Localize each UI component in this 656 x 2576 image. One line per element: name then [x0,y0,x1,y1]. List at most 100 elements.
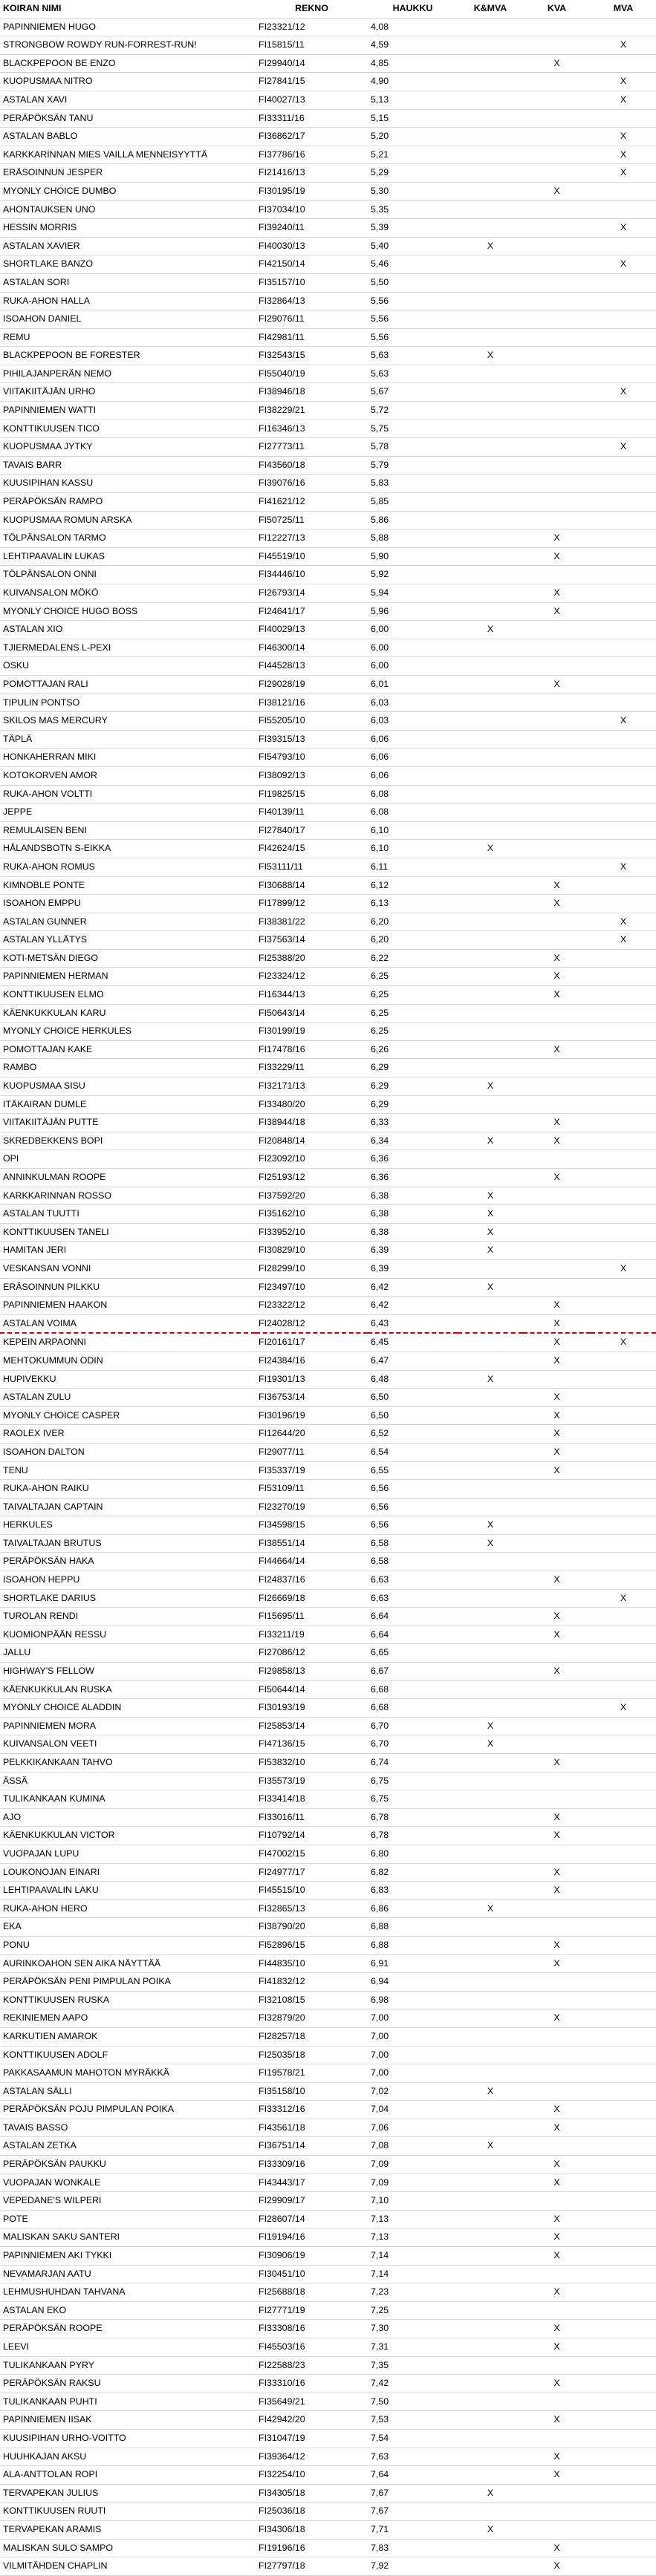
kva-cell: X [523,2228,591,2248]
barks-value-cell: 7,13 [368,2210,458,2229]
kmva-cell [458,91,523,110]
barks-value-cell: 4,08 [368,18,458,37]
kva-cell [523,1845,591,1864]
table-row: KONTTIKUUSEN RUSKA FI32108/15 6,98 [0,1991,656,2010]
mva-cell [591,1571,656,1590]
kva-cell: X [523,2283,591,2302]
barks-value-cell: 6,00 [368,656,458,676]
kva-cell [523,1259,591,1279]
kmva-cell: X [458,2520,523,2540]
dog-name-cell: PAPINNIEMEN HAAKON [0,1296,256,1315]
table-row: TJIERMEDALENS L-PEXI FI46300/14 6,00 [0,639,656,658]
kmva-cell [458,310,523,329]
kva-cell: X [523,2246,591,2266]
table-row: KÄENKUKKULAN KARU FI50643/14 6,25 [0,1004,656,1023]
reg-no-cell: FI27797/18 [256,2557,368,2576]
reg-no-cell: FI29077/11 [256,1443,368,1462]
barks-value-cell: 7,30 [368,2319,458,2338]
barks-value-cell: 5,15 [368,109,458,128]
kva-cell [523,1278,591,1297]
reg-no-cell: FI37563/14 [256,930,368,950]
dog-name-cell: MALISKAN SULO SAMPO [0,2539,256,2558]
mva-cell [591,292,656,311]
mva-cell: X [591,218,656,238]
table-row: KUOPUSMAA SISU FI32171/13 6,29 X [0,1077,656,1096]
mva-cell [591,2174,656,2193]
kva-cell [523,711,591,731]
mva-cell [591,1534,656,1553]
kva-cell [523,565,591,584]
kmva-cell [458,2246,523,2266]
kmva-cell [458,694,523,713]
table-row: ANNINKULMAN ROOPE FI25193/12 6,36 X [0,1168,656,1187]
mva-cell [591,2100,656,2119]
barks-value-cell: 5,20 [368,127,458,146]
kva-cell: X [523,54,591,74]
dog-name-cell: OPI [0,1150,256,1169]
dog-name-cell: TENU [0,1461,256,1481]
reg-no-cell: FI30196/19 [256,1406,368,1426]
barks-value-cell: 6,00 [368,620,458,639]
barks-value-cell: 7,42 [368,2374,458,2393]
reg-no-cell: FI28607/14 [256,2210,368,2229]
mva-cell [591,1095,656,1115]
table-row: HERKULES FI34598/15 6,56 X [0,1516,656,1535]
mva-cell [591,18,656,37]
table-row: MYONLY CHOICE CASPER FI30196/19 6,50 X [0,1406,656,1426]
kva-cell [523,2356,591,2376]
kva-cell: X [523,967,591,987]
kmva-cell [458,547,523,567]
mva-cell [591,1680,656,1700]
table-row: KUIVANSALON VEETI FI47136/15 6,70 X [0,1735,656,1754]
dog-name-cell: ASTALAN XAVIER [0,237,256,256]
kmva-cell [458,1150,523,1169]
barks-value-cell: 6,00 [368,639,458,658]
reg-no-cell: FI23324/12 [256,967,368,987]
dog-name-cell: HONKAHERRAN MIKI [0,748,256,767]
dog-name-cell: PERÄPÖKSÄN TANU [0,109,256,128]
table-row: TULIKANKAAN PUHTI FI35649/21 7,50 [0,2393,656,2412]
kmva-cell [458,2465,523,2485]
dog-name-cell: PERÄPÖKSÄN ROOPE [0,2319,256,2338]
kmva-cell [458,766,523,786]
kmva-cell: X [458,346,523,365]
mva-cell [591,1406,656,1426]
barks-value-cell: 7,00 [368,2027,458,2047]
mva-cell [591,2374,656,2393]
table-row: REMULAISEN BENI FI27840/17 6,10 [0,821,656,841]
kva-cell [523,1917,591,1937]
barks-value-cell: 6,20 [368,913,458,932]
barks-value-cell: 6,63 [368,1571,458,1590]
kva-cell [523,382,591,402]
kva-cell: X [523,1406,591,1426]
reg-no-cell: FI42624/15 [256,839,368,858]
table-row: AJO FI33016/11 6,78 X [0,1808,656,1827]
dog-name-cell: HERKULES [0,1516,256,1535]
kmva-cell [458,748,523,767]
dog-name-cell: PIHILAJANPERÄN NEMO [0,365,256,384]
mva-cell [591,237,656,256]
reg-no-cell: FI39315/13 [256,730,368,749]
kmva-cell: X [458,2484,523,2503]
kmva-cell [458,1259,523,1279]
kva-cell: X [523,1351,591,1371]
barks-value-cell: 7,71 [368,2520,458,2540]
barks-value-cell: 7,92 [368,2557,458,2576]
mva-cell: X [591,1698,656,1718]
mva-cell [591,529,656,548]
table-row: BLACKPEPOON BE ENZO FI29940/14 4,85 X [0,54,656,74]
reg-no-cell: FI40029/13 [256,620,368,639]
kmva-cell [458,1552,523,1572]
kmva-cell [458,127,523,146]
reg-no-cell: FI41621/12 [256,492,368,512]
dog-name-cell: AHONTAUKSEN UNO [0,200,256,220]
dog-name-cell: LEHTIPAAVALIN LUKAS [0,547,256,567]
kva-cell [523,1698,591,1718]
kva-cell: X [523,2374,591,2393]
reg-no-cell: FI35162/10 [256,1204,368,1224]
table-row: KUUSIPIHAN KASSU FI39076/16 5,83 [0,474,656,494]
table-row: POMOTTAJAN RALI FI29028/19 6,01 X [0,675,656,694]
mva-cell [591,803,656,822]
barks-value-cell: 5,29 [368,163,458,183]
dog-name-cell: JALLU [0,1643,256,1663]
